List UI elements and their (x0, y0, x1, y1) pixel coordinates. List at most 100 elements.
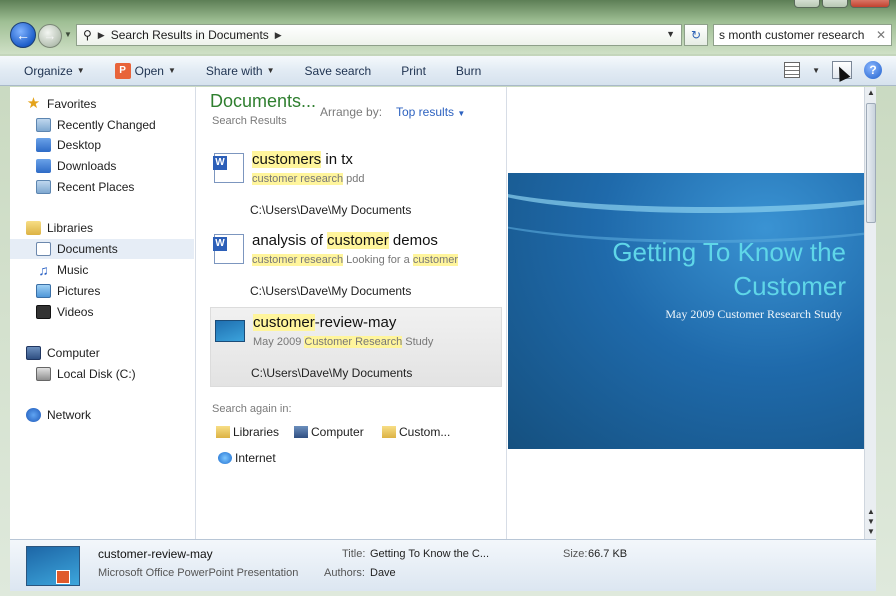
nav-recently-changed[interactable]: Recently Changed (36, 115, 156, 135)
open-label: Open (134, 63, 164, 78)
pictures-icon (36, 284, 51, 298)
search-again-label-custom: Custom... (399, 425, 451, 439)
snippet-highlight: customer (412, 254, 459, 266)
search-again-custom[interactable]: Custom... (382, 425, 450, 439)
nav-computer[interactable]: Computer (26, 343, 100, 363)
snippet-text: pdd (343, 173, 365, 185)
snippet-text: May 2009 (253, 336, 305, 348)
word-document-icon (213, 153, 244, 183)
name-highlight: customers (252, 151, 322, 168)
arrange-dropdown[interactable]: Top results ▼ (396, 105, 465, 119)
burn-label: Burn (455, 63, 482, 78)
powerpoint-badge-icon (56, 570, 70, 584)
library-title: Documents... (210, 91, 317, 111)
recent-places-icon (36, 180, 51, 194)
nav-network[interactable]: Network (26, 405, 91, 425)
slide-title-line: Getting To Know the (612, 237, 846, 267)
nav-pictures[interactable]: Pictures (36, 281, 100, 301)
nav-libraries[interactable]: Libraries (26, 218, 93, 238)
preview-scrollbar[interactable]: ▲ ▲ ▼ ▼ (864, 87, 876, 539)
details-file-type: Microsoft Office PowerPoint Presentation (98, 567, 299, 579)
nav-label: Network (47, 408, 92, 422)
network-icon (26, 408, 41, 422)
star-icon: ★ (26, 95, 41, 112)
organize-button[interactable]: Organize ▼ (24, 64, 85, 78)
nav-favorites[interactable]: ★ Favorites (26, 94, 97, 114)
search-again-libraries[interactable]: Libraries (216, 425, 279, 439)
details-title-value[interactable]: Getting To Know the C... (370, 548, 489, 560)
refresh-button[interactable]: ↻ (684, 24, 708, 46)
page-down-icon[interactable]: ▼ (865, 517, 877, 526)
chevron-down-icon[interactable]: ▼ (812, 66, 820, 75)
search-input[interactable]: s month customer research (719, 28, 864, 42)
close-button[interactable] (850, 0, 890, 8)
organize-label: Organize (24, 63, 73, 78)
breadcrumb[interactable]: Search Results in Documents (111, 28, 269, 42)
details-title-label: Title: (342, 548, 366, 560)
address-dropdown-icon[interactable]: ▼ (666, 29, 675, 39)
view-options-icon[interactable] (784, 62, 801, 78)
libraries-icon (26, 221, 41, 235)
back-button[interactable]: ← (10, 22, 36, 48)
result-snippet: customer research pdd (252, 173, 365, 185)
nav-desktop[interactable]: Desktop (36, 135, 101, 155)
search-again-label-libraries: Libraries (233, 425, 280, 439)
result-item-selected[interactable]: customer-review-may May 2009 Customer Re… (210, 307, 502, 387)
history-dropdown[interactable]: ▼ (64, 30, 72, 39)
name-text: in tx (321, 151, 353, 168)
arrange-value: Top results (396, 105, 455, 119)
save-search-button[interactable]: Save search (305, 64, 372, 78)
search-again-computer[interactable]: Computer (294, 425, 364, 439)
search-again-label: Search again in: (212, 403, 292, 415)
result-name: customer-review-may (253, 314, 396, 331)
nav-documents[interactable]: Documents (10, 239, 194, 259)
videos-icon (36, 305, 51, 319)
clear-search-icon[interactable]: ✕ (876, 28, 886, 42)
result-item[interactable]: customers in tx customer research pdd C:… (210, 145, 502, 225)
address-bar[interactable]: ⚲ ▶ Search Results in Documents ▶ ▼ (76, 24, 682, 46)
desktop-icon (36, 138, 51, 152)
search-again-label-computer: Computer (311, 425, 364, 439)
forward-button[interactable]: → (38, 24, 62, 48)
minimize-button[interactable] (794, 0, 820, 8)
share-with-button[interactable]: Share with ▼ (206, 64, 275, 78)
nav-label: Computer (47, 346, 100, 360)
disk-icon (36, 367, 51, 381)
scrollbar-thumb[interactable] (866, 103, 876, 223)
name-text: demos (388, 232, 438, 249)
result-item[interactable]: analysis of customer demos customer rese… (210, 226, 502, 306)
scroll-down-icon[interactable]: ▼ (865, 527, 877, 536)
nav-videos[interactable]: Videos (36, 302, 93, 322)
nav-recent-places[interactable]: Recent Places (36, 177, 134, 197)
details-authors-value[interactable]: Dave (370, 567, 396, 579)
computer-icon (294, 426, 308, 438)
search-box[interactable]: s month customer research ✕ (713, 24, 892, 46)
chevron-down-icon: ▼ (167, 66, 176, 75)
burn-button[interactable]: Burn (456, 64, 481, 78)
slide-title: Getting To Know the Customer (612, 235, 846, 303)
snippet-highlight: customer research (252, 254, 344, 266)
nav-downloads[interactable]: Downloads (36, 156, 116, 176)
print-button[interactable]: Print (401, 64, 426, 78)
name-text: analysis of (252, 232, 328, 249)
scroll-up-icon[interactable]: ▲ (865, 88, 877, 97)
nav-music[interactable]: ♫ Music (36, 260, 88, 280)
nav-label: Pictures (57, 284, 101, 298)
nav-label: Favorites (47, 97, 97, 111)
details-pane: customer-review-may Microsoft Office Pow… (10, 539, 876, 591)
details-authors-label: Authors: (324, 567, 365, 579)
details-file-name: customer-review-may (98, 547, 213, 561)
results-pane: Documents... Search Results Arrange by: … (196, 87, 506, 539)
maximize-button[interactable] (822, 0, 848, 8)
open-button[interactable]: P Open ▼ (114, 62, 176, 79)
search-again-internet[interactable]: Internet (218, 451, 276, 465)
help-icon[interactable]: ? (864, 61, 882, 79)
result-name: analysis of customer demos (252, 232, 438, 249)
nav-local-disk[interactable]: Local Disk (C:) (36, 364, 136, 384)
name-highlight: customer (327, 232, 389, 249)
name-highlight: customer (253, 314, 315, 331)
downloads-icon (36, 159, 51, 173)
command-bar: Organize ▼ P Open ▼ Share with ▼ Save searc… (0, 56, 896, 86)
page-up-icon[interactable]: ▲ (865, 507, 877, 516)
breadcrumb-separator-icon[interactable]: ▶ (275, 30, 282, 41)
